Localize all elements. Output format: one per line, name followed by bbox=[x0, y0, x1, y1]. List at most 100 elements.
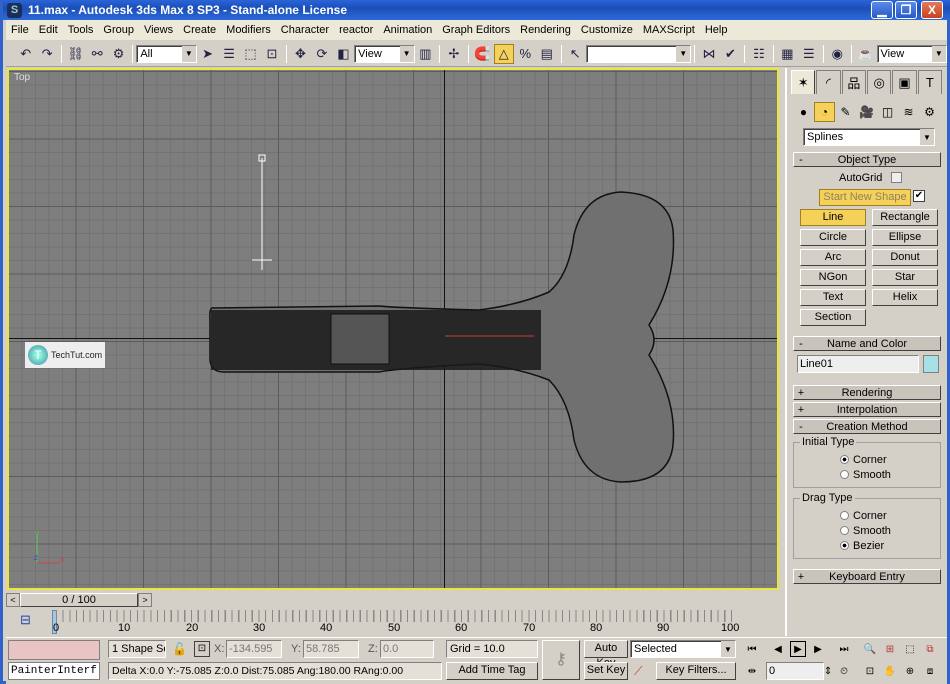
spinner-snap-icon[interactable]: ▤ bbox=[537, 44, 556, 64]
auto-key-button[interactable]: Auto Key bbox=[584, 640, 628, 669]
rollout-creation-method[interactable]: - Creation Method bbox=[793, 419, 941, 434]
start-new-shape-checkbox[interactable]: ✔ bbox=[913, 190, 925, 202]
time-slider-prev-button[interactable]: < bbox=[6, 593, 20, 607]
lights-icon[interactable]: ✎ bbox=[835, 102, 856, 122]
start-new-shape-button[interactable]: Start New Shape bbox=[819, 189, 911, 206]
modify-tab-icon[interactable]: ◜ bbox=[816, 70, 841, 94]
zoom-all-icon[interactable]: ⊞ bbox=[882, 641, 898, 657]
select-by-name-icon[interactable]: ☰ bbox=[219, 44, 238, 64]
helpers-icon[interactable]: ◫ bbox=[877, 102, 898, 122]
set-keys-key-icon[interactable]: ⚷ bbox=[542, 640, 580, 680]
maximize-viewport-icon[interactable]: ⧈ bbox=[922, 663, 938, 679]
menu-group[interactable]: Group bbox=[98, 24, 139, 36]
redo-icon[interactable]: ↷ bbox=[37, 44, 56, 64]
layer-manager-icon[interactable]: ☷ bbox=[749, 44, 768, 64]
shapes-icon[interactable]: ◔ bbox=[814, 102, 835, 122]
object-color-swatch[interactable] bbox=[923, 355, 939, 373]
select-and-move-icon[interactable]: ✥ bbox=[291, 44, 310, 64]
selection-lock-icon[interactable]: 🔓 bbox=[172, 642, 187, 656]
named-selection-dropdown[interactable]: ▼ bbox=[585, 44, 692, 63]
render-type-dropdown[interactable]: View ▼ bbox=[876, 44, 947, 63]
angle-snap-icon[interactable]: △ bbox=[494, 43, 514, 64]
menu-edit[interactable]: Edit bbox=[34, 24, 63, 36]
maxscript-listener-pink[interactable] bbox=[8, 640, 100, 660]
snaps-toggle-icon[interactable]: 🧲 bbox=[473, 44, 492, 64]
key-filters-button[interactable]: Key Filters... bbox=[656, 662, 736, 680]
unlink-selection-icon[interactable]: ⚯ bbox=[87, 44, 106, 64]
key-mode-toggle-icon[interactable]: ⇹ bbox=[744, 663, 760, 679]
category-dropdown[interactable]: Splines ▼ bbox=[803, 128, 935, 146]
menu-rendering[interactable]: Rendering bbox=[515, 24, 576, 36]
z-coordinate-field[interactable]: 0.0 bbox=[380, 640, 434, 658]
geometry-icon[interactable]: ● bbox=[793, 102, 814, 122]
current-frame-field[interactable]: 0 bbox=[766, 662, 824, 680]
menu-modifiers[interactable]: Modifiers bbox=[221, 24, 276, 36]
edit-named-selection-icon[interactable]: ↖ bbox=[566, 44, 585, 64]
zoom-extents-icon[interactable]: ⬚ bbox=[902, 641, 918, 657]
menu-animation[interactable]: Animation bbox=[378, 24, 437, 36]
add-time-tag-button[interactable]: Add Time Tag bbox=[446, 662, 538, 680]
rollout-object-type[interactable]: - Object Type bbox=[793, 152, 941, 167]
time-slider[interactable]: < 0 / 100 > bbox=[6, 592, 781, 608]
minimize-button[interactable]: ▁ bbox=[871, 1, 893, 19]
viewport-top[interactable]: Top T TechTut.com y x z bbox=[7, 68, 779, 590]
cameras-icon[interactable]: 🎥 bbox=[856, 102, 877, 122]
donut-button[interactable]: Donut bbox=[872, 249, 938, 266]
section-button[interactable]: Section bbox=[800, 309, 866, 326]
systems-icon[interactable]: ⚙ bbox=[919, 102, 940, 122]
select-and-rotate-icon[interactable]: ⟳ bbox=[312, 44, 331, 64]
helix-button[interactable]: Helix bbox=[872, 289, 938, 306]
select-and-manipulate-icon[interactable]: ✢ bbox=[444, 44, 463, 64]
ellipse-button[interactable]: Ellipse bbox=[872, 229, 938, 246]
region-zoom-icon[interactable]: ⊡ bbox=[862, 663, 878, 679]
render-scene-icon[interactable]: ☕ bbox=[856, 44, 875, 64]
rollout-name-and-color[interactable]: - Name and Color bbox=[793, 336, 941, 351]
menu-create[interactable]: Create bbox=[178, 24, 221, 36]
menu-customize[interactable]: Customize bbox=[576, 24, 638, 36]
maximize-button[interactable]: ❐ bbox=[895, 1, 917, 19]
circle-button[interactable]: Circle bbox=[800, 229, 866, 246]
time-slider-thumb[interactable]: 0 / 100 bbox=[20, 593, 138, 607]
menu-reactor[interactable]: reactor bbox=[334, 24, 378, 36]
zoom-icon[interactable]: 🔍 bbox=[862, 641, 878, 657]
object-name-input[interactable]: Line01 bbox=[797, 355, 919, 373]
rollout-rendering[interactable]: + Rendering bbox=[793, 385, 941, 400]
play-icon[interactable]: ▶ bbox=[790, 641, 806, 657]
arc-rotate-icon[interactable]: ⊕ bbox=[902, 663, 918, 679]
rollout-interpolation[interactable]: + Interpolation bbox=[793, 402, 941, 417]
align-icon[interactable]: ✔ bbox=[721, 44, 740, 64]
previous-frame-icon[interactable]: ◀ bbox=[770, 641, 786, 657]
time-slider-next-button[interactable]: > bbox=[138, 593, 152, 607]
close-button[interactable]: X bbox=[921, 1, 943, 19]
drag-type-bezier-radio[interactable]: Bezier bbox=[840, 539, 940, 554]
x-coordinate-field[interactable]: -134.595 bbox=[226, 640, 282, 658]
autogrid-checkbox[interactable] bbox=[891, 172, 902, 183]
menu-graph-editors[interactable]: Graph Editors bbox=[437, 24, 515, 36]
menu-tools[interactable]: Tools bbox=[63, 24, 99, 36]
curve-editor-icon[interactable]: ▦ bbox=[778, 44, 797, 64]
go-to-end-icon[interactable]: ⏭ bbox=[836, 641, 852, 657]
track-bar[interactable]: ⊟ 0 10 20 30 40 50 60 70 80 90 100 bbox=[6, 610, 781, 636]
create-tab-icon[interactable]: ✶ bbox=[791, 70, 816, 94]
bind-space-warp-icon[interactable]: ⚙ bbox=[109, 44, 128, 64]
arc-button[interactable]: Arc bbox=[800, 249, 866, 266]
time-configuration-icon[interactable]: ⏲ bbox=[836, 663, 852, 679]
set-key-button[interactable]: Set Key bbox=[584, 662, 628, 680]
schematic-view-icon[interactable]: ☰ bbox=[799, 44, 818, 64]
mirror-icon[interactable]: ⋈ bbox=[699, 44, 718, 64]
material-editor-icon[interactable]: ◉ bbox=[828, 44, 847, 64]
display-tab-icon[interactable]: ▣ bbox=[892, 70, 917, 94]
undo-icon[interactable]: ↶ bbox=[16, 44, 35, 64]
menu-views[interactable]: Views bbox=[139, 24, 178, 36]
frame-spinner-icon[interactable]: ⇕ bbox=[824, 663, 832, 679]
pivot-center-icon[interactable]: ▥ bbox=[416, 44, 435, 64]
y-coordinate-field[interactable]: 58.785 bbox=[303, 640, 359, 658]
open-mini-curve-editor-icon[interactable]: ⊟ bbox=[20, 612, 31, 628]
default-in-out-tangents-icon[interactable]: ⟋ bbox=[634, 664, 642, 679]
rollout-keyboard-entry[interactable]: + Keyboard Entry bbox=[793, 569, 941, 584]
select-object-icon[interactable]: ➤ bbox=[198, 44, 217, 64]
select-and-link-icon[interactable]: ⛓ bbox=[66, 44, 85, 64]
pan-icon[interactable]: ✋ bbox=[882, 663, 898, 679]
motion-tab-icon[interactable]: ◎ bbox=[866, 70, 892, 94]
percent-snap-icon[interactable]: % bbox=[516, 44, 535, 64]
